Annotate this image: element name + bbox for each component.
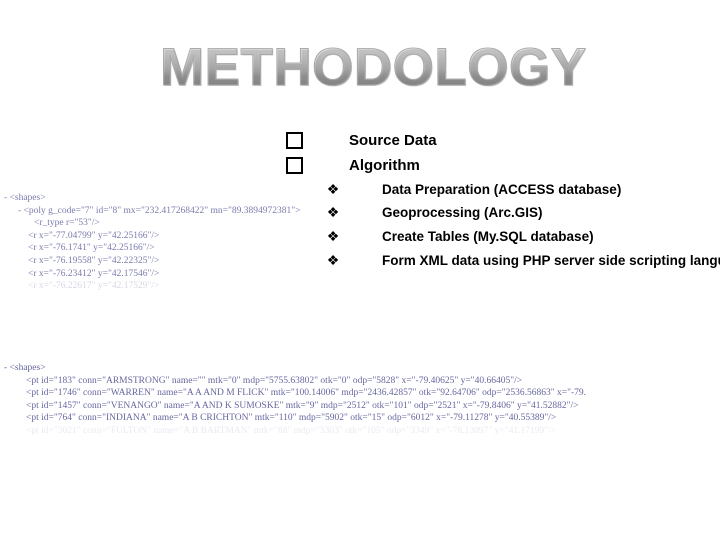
bullet-label: Source Data [349, 131, 437, 149]
bullet-item-geoprocessing[interactable]: ❖ Geoprocessing (Arc.GIS) [326, 201, 543, 223]
bullet-item-source-data[interactable]: Source Data [286, 128, 437, 152]
xml-line: <r x="-76.22617" y="42.17529"/> [28, 281, 160, 292]
xml-snippet-poly: - <shapes> - <poly g_code="7" id="8" mx=… [4, 192, 300, 293]
xml-line: <pt id="183" conn="ARMSTRONG" name="" mt… [26, 375, 523, 386]
xml-line: <r x="-76.1741" y="42.25166"/> [28, 243, 155, 254]
xml-line: <r_type r="53"/> [34, 218, 100, 229]
xml-line: - <shapes> [4, 363, 46, 373]
xml-line: <r x="-76.23412" y="42.17546"/> [28, 268, 160, 279]
hollow-square-bullet-icon [286, 131, 303, 149]
xml-line: <pt id="1457" conn="VENANGO" name="A AND… [26, 400, 579, 411]
diamond-bullet-icon: ❖ [326, 181, 340, 197]
diamond-bullet-icon: ❖ [326, 228, 340, 244]
bullet-item-form-xml-data[interactable]: ❖ Form XML data using PHP server side sc… [326, 249, 720, 271]
bullet-item-create-tables[interactable]: ❖ Create Tables (My.SQL database) [326, 225, 594, 247]
xml-line: <r x="-77.04799" y="42.25166"/> [28, 230, 160, 241]
bullet-label: Data Preparation (ACCESS database) [382, 181, 622, 197]
bullet-label: Geoprocessing (Arc.GIS) [382, 204, 543, 220]
bullet-label: Algorithm [349, 156, 420, 174]
bullet-label: Form XML data using PHP server side scri… [382, 252, 720, 268]
hollow-square-bullet-icon [286, 156, 303, 174]
bullet-item-data-preparation[interactable]: ❖ Data Preparation (ACCESS database) [326, 178, 622, 200]
xml-snippet-pt: - <shapes> <pt id="183" conn="ARMSTRONG"… [4, 362, 720, 438]
xml-line: <r x="-76.19558" y="42.22325"/> [28, 255, 160, 266]
diamond-bullet-icon: ❖ [326, 204, 340, 220]
xml-line: <pt id="764" conn="INDIANA" name="A B CR… [26, 413, 557, 424]
xml-line: <pt id="1746" conn="WARREN" name="A A AN… [26, 388, 587, 399]
page-title: METHODOLOGY [160, 38, 587, 100]
diamond-bullet-icon: ❖ [326, 252, 340, 268]
xml-line: <pt id="3021" conn="FULTON" name="A B BA… [26, 425, 557, 436]
xml-line: - <poly g_code="7" id="8" mx="232.417268… [18, 205, 301, 216]
xml-line: - <shapes> [4, 193, 46, 203]
bullet-label: Create Tables (My.SQL database) [382, 228, 594, 244]
bullet-item-algorithm[interactable]: Algorithm [286, 153, 420, 177]
